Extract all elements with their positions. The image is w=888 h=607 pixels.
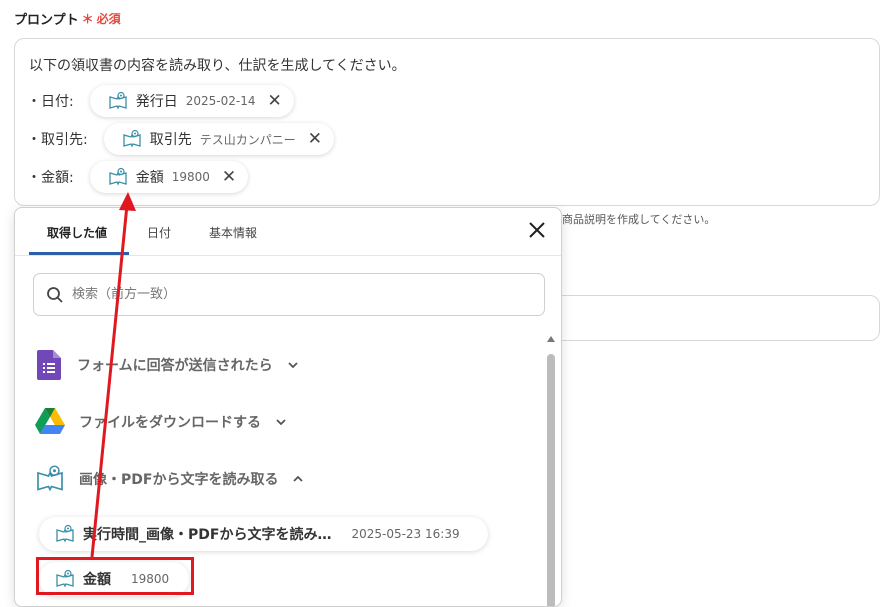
prompt-row-amount: ・金額: 金額 19800 ✕ [27,161,249,193]
chevron-down-icon [287,362,298,369]
panel-tabs: 取得した値 日付 基本情報 [15,208,561,256]
helper-text: 商品説明を作成してください。 [562,213,716,226]
remove-variable-icon[interactable]: ✕ [267,92,281,110]
close-icon[interactable] [527,220,547,240]
tab-acquired-values[interactable]: 取得した値 [47,224,107,241]
section-label: ファイルをダウンロードする [79,414,261,431]
remove-variable-icon[interactable]: ✕ [308,130,322,148]
active-tab-indicator [29,252,129,255]
prompt-editor[interactable]: 以下の領収書の内容を読み取り、仕訳を生成してください。 ・日付: 発行日 202… [14,38,880,206]
prompt-row-vendor: ・取引先: 取引先 テス山カンパニー ✕ [27,123,334,155]
row-label: ・金額: [27,170,74,186]
variable-pill-vendor[interactable]: 取引先 テス山カンパニー ✕ [103,123,334,155]
search-input[interactable] [70,286,510,303]
ocr-book-icon [56,524,74,543]
item-name: 実行時間_画像・PDFから文字を読み… [83,527,332,543]
search-icon [47,286,63,303]
highlight-box [36,557,194,595]
search-box[interactable] [33,273,545,316]
google-forms-icon [37,350,61,380]
variable-value: 2025-02-14 [185,94,256,108]
ocr-book-icon [37,465,63,492]
next-input-field[interactable] [540,295,880,341]
required-mark: ＊ [81,12,94,26]
section-label: 画像・PDFから文字を読み取る [79,472,279,488]
ocr-book-icon [109,167,127,186]
required-text: 必須 [96,12,121,26]
prompt-intro-text: 以下の領収書の内容を読み取り、仕訳を生成してください。 [29,58,406,74]
prompt-field-label: プロンプト ＊ 必須 [14,9,121,28]
chevron-up-icon [293,475,304,482]
variable-pill-amount[interactable]: 金額 19800 ✕ [89,161,249,193]
scroll-up-arrow[interactable] [547,336,555,342]
variable-pill-date[interactable]: 発行日 2025-02-14 ✕ [89,85,294,117]
remove-variable-icon[interactable]: ✕ [222,168,236,186]
variable-name: 金額 [135,170,164,186]
variable-picker-panel: 取得した値 日付 基本情報 フォームに回答が送信されたら ファイルをダウンロード… [14,207,562,607]
prompt-row-date: ・日付: 発行日 2025-02-14 ✕ [27,85,294,117]
section-file-download[interactable]: ファイルをダウンロードする [35,408,287,435]
google-drive-icon [35,408,65,434]
chevron-down-icon [276,418,286,425]
prompt-label-text: プロンプト [14,13,79,28]
row-label: ・取引先: [27,132,88,148]
item-value: 2025-05-23 16:39 [351,527,460,541]
ocr-book-icon [109,91,127,110]
variable-value: 19800 [171,170,210,184]
scrollbar-thumb[interactable] [547,354,555,606]
section-label: フォームに回答が送信されたら [77,358,273,374]
ocr-book-icon [123,129,141,148]
section-ocr[interactable]: 画像・PDFから文字を読み取る [35,464,304,494]
tab-date[interactable]: 日付 [147,224,171,241]
row-label: ・日付: [27,94,74,110]
tab-basic-info[interactable]: 基本情報 [209,224,257,241]
variable-name: 発行日 [135,94,178,110]
variable-value: テス山カンパニー [199,132,296,147]
list-item[interactable]: 実行時間_画像・PDFから文字を読み… 2025-05-23 16:39 [39,517,488,551]
variable-name: 取引先 [149,132,192,148]
section-form-trigger[interactable]: フォームに回答が送信されたら [35,350,299,380]
